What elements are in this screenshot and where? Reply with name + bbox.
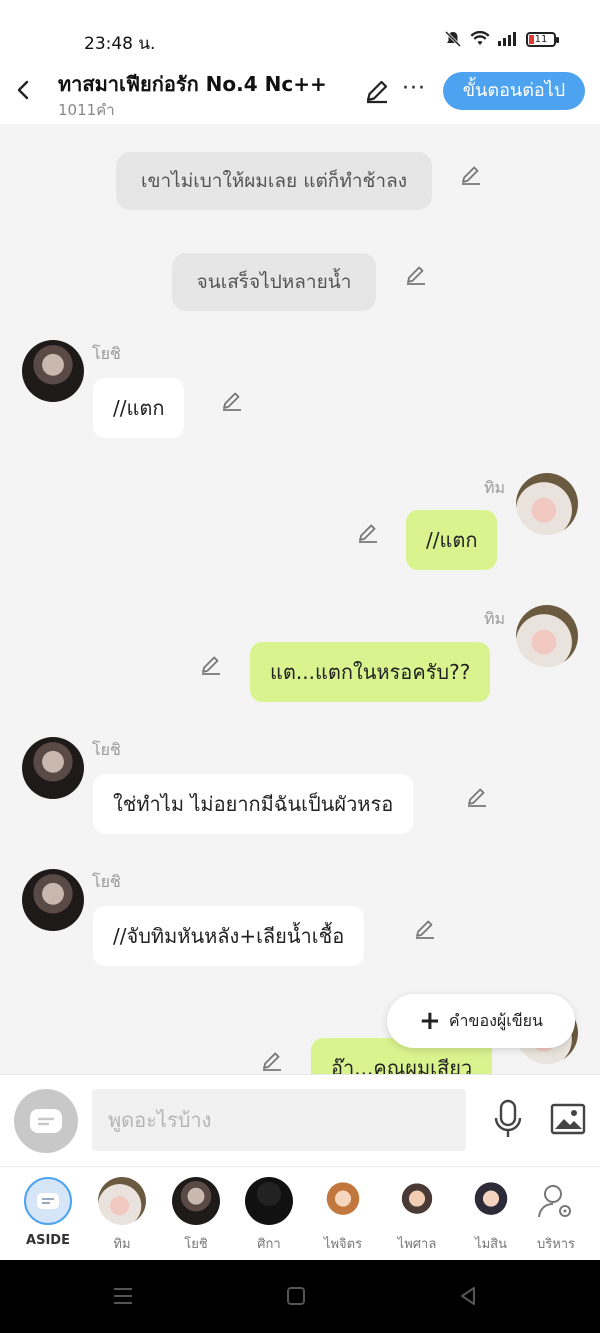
edit-pencil-icon[interactable] [412,916,438,942]
character-label: โยชิ [184,1237,208,1252]
edit-pencil-icon[interactable] [198,652,224,678]
avatar [172,1177,220,1225]
wifi-icon [470,31,490,45]
avatar-tim[interactable] [516,473,578,535]
character-tim[interactable]: ทิม [90,1177,154,1254]
mic-icon[interactable] [492,1099,524,1139]
back-arrow-icon[interactable] [12,78,36,102]
sender-name: โยชิ [92,740,121,759]
character-maisin[interactable]: ไมสิน [459,1177,523,1254]
character-paisan[interactable]: ไพศาล [385,1177,449,1254]
avatar [467,1177,515,1225]
message-bubble-right[interactable]: แต...แตกในหรอครับ?? [250,642,491,702]
sender-name: โยชิ [92,872,121,891]
avatar-yoshi[interactable] [22,737,84,799]
story-title: ทาสมาเฟียก่อรัก No.4 Nc++ [58,72,327,96]
character-label: บริหาร [536,1237,576,1252]
home-nav-icon[interactable] [286,1286,306,1306]
character-label: ศิกา [257,1237,281,1252]
pencil-icon[interactable] [364,78,390,104]
next-step-button[interactable]: ขั้นตอนต่อไป [443,72,585,110]
character-label: ทิม [113,1237,131,1252]
message-bubble-left[interactable]: ใช่ทำไม ไม่อยากมีฉันเป็นผัวหรอ [93,774,414,834]
image-icon[interactable] [550,1103,586,1135]
character-aside[interactable]: ASIDE [16,1177,80,1248]
battery-level: 11 [534,33,548,45]
aside-icon [30,1109,62,1133]
character-bar: ASIDE ทิม โยชิ ศิกา ไพจิตร ไพศาล ไมสิน บ… [0,1166,600,1260]
back-nav-icon[interactable] [458,1286,478,1306]
signal-icon [498,32,516,46]
character-yoshi[interactable]: โยชิ [164,1177,228,1254]
message-text: ใช่ทำไม ไม่อยากมีฉันเป็นผัวหรอ [113,792,394,816]
avatar-yoshi[interactable] [22,869,84,931]
character-label: ไมสิน [475,1237,507,1252]
menu-nav-icon[interactable] [112,1286,134,1306]
message-text: //แตก [113,396,165,420]
avatar [245,1177,293,1225]
plus-icon: + [419,1006,441,1036]
sender-name: ทิม [484,478,506,497]
edit-pencil-icon[interactable] [464,784,490,810]
character-label: ไพจิตร [323,1237,363,1252]
status-bar: 23:48 น. 11 [0,0,600,60]
system-nav-bar [0,1260,600,1333]
word-count: 1011คำ [58,101,115,119]
battery-icon: 11 [526,31,559,47]
narration-text: เขาไม่เบาให้ผมเลย แต่ก็ทำช้าลง [141,170,407,192]
edit-pencil-icon[interactable] [355,520,381,546]
status-icons: 11 [444,30,559,48]
character-label: ASIDE [26,1233,70,1248]
manage-icon [532,1177,580,1225]
mute-bell-icon [444,30,462,48]
message-input[interactable] [92,1089,466,1151]
character-sika[interactable]: ศิกา [237,1177,301,1254]
message-bubble-right[interactable]: //แตก [406,510,498,570]
character-paijit[interactable]: ไพจิตร [311,1177,375,1254]
edit-pencil-icon[interactable] [219,388,245,414]
aside-icon [24,1177,72,1225]
chat-area[interactable]: เขาไม่เบาให้ผมเลย แต่ก็ทำช้าลง จนเสร็จไป… [0,124,600,1074]
narration-bubble[interactable]: เขาไม่เบาให้ผมเลย แต่ก็ทำช้าลง [116,152,432,210]
message-bubble-left[interactable]: //แตก [93,378,185,438]
status-time: 23:48 น. [84,34,156,54]
avatar [393,1177,441,1225]
message-bubble-left[interactable]: //จับทิมหันหลัง+เลียน้ำเชื้อ [93,906,365,966]
manage-characters-button[interactable]: บริหาร [524,1177,588,1254]
author-note-label: คำของผู้เขียน [448,1010,543,1030]
sender-name: โยชิ [92,344,121,363]
edit-pencil-icon[interactable] [458,162,484,188]
message-text: แต...แตกในหรอครับ?? [270,660,471,684]
avatar-tim[interactable] [516,605,578,667]
narration-bubble[interactable]: จนเสร็จไปหลายน้ำ [172,253,376,311]
narration-text: จนเสร็จไปหลายน้ำ [196,271,352,293]
header: ทาสมาเฟียก่อรัก No.4 Nc++ 1011คำ ··· ขั้… [0,60,600,124]
more-icon[interactable]: ··· [402,76,426,101]
avatar [98,1177,146,1225]
avatar [319,1177,367,1225]
message-text: อ๊า...คุณผมเสียว [331,1056,473,1074]
avatar-yoshi[interactable] [22,340,84,402]
message-text: //แตก [426,528,478,552]
input-bar [0,1074,600,1166]
edit-pencil-icon[interactable] [259,1048,285,1074]
sender-name: ทิม [484,609,506,628]
edit-pencil-icon[interactable] [403,262,429,288]
aside-toggle-button[interactable] [14,1089,78,1153]
character-label: ไพศาล [397,1237,437,1252]
message-text: //จับทิมหันหลัง+เลียน้ำเชื้อ [113,924,345,948]
author-note-button[interactable]: + คำของผู้เขียน [387,994,575,1048]
